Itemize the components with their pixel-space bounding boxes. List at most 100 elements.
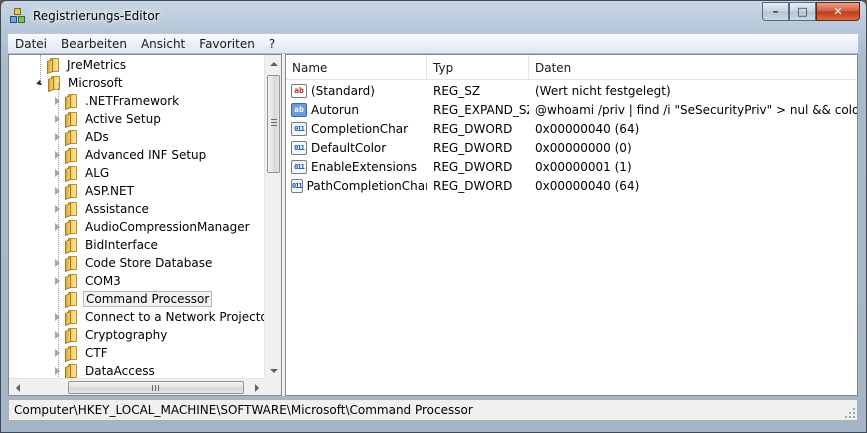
list-header: Name Typ Daten [286, 55, 857, 80]
menu-favoriten[interactable]: Favoriten [192, 37, 262, 51]
tree-item[interactable]: AudioCompressionManager [53, 218, 252, 237]
tree-rows: JreMetrics Microsoft .NETFramework Active S… [9, 55, 265, 379]
tree-item[interactable]: ADs [53, 128, 111, 147]
column-header-name[interactable]: Name [286, 55, 427, 80]
value-name-cell: 011 DefaultColor [286, 140, 427, 155]
expand-string-value-icon: ab [291, 102, 307, 117]
value-row[interactable]: ab (Standard) REG_SZ (Wert nicht festgelegt… [286, 81, 857, 100]
client-area: JreMetrics Microsoft .NETFramework Active S… [8, 54, 858, 396]
value-name-cell: 011 PathCompletionChar [286, 178, 427, 193]
tree-item[interactable]: ALG [53, 164, 111, 183]
tree-item-label: Cryptography [85, 328, 168, 342]
scroll-left-button[interactable] [9, 379, 26, 395]
value-row[interactable]: ab Autorun REG_EXPAND_SZ @whoami /priv | fi… [286, 100, 857, 119]
scroll-down-button[interactable] [265, 362, 281, 379]
value-data: 0x00000000 (0) [535, 140, 632, 155]
dword-value-icon: 011 [291, 178, 303, 193]
maximize-button[interactable]: □ [789, 2, 816, 21]
registry-editor-window: Registrierungs-Editor – □ ✕ Datei Bearbe… [0, 0, 867, 433]
folder-icon [46, 57, 60, 75]
tree-item[interactable]: .NETFramework [53, 92, 181, 111]
folder-icon [64, 165, 78, 183]
string-value-icon: ab [291, 83, 307, 98]
tree-item[interactable]: Connect to a Network Projector [53, 308, 265, 327]
tree-item-label: Command Processor [83, 291, 213, 307]
value-type: REG_DWORD [433, 159, 513, 174]
value-row[interactable]: 011 CompletionChar REG_DWORD 0x00000040 (64… [286, 119, 857, 138]
folder-icon [64, 291, 78, 309]
tree-item-label: CTF [85, 346, 108, 360]
scrollbar-corner [264, 378, 281, 395]
folder-icon [64, 237, 78, 255]
tree-item[interactable]: CTF [53, 344, 110, 363]
tree-item[interactable]: JreMetrics [35, 56, 128, 75]
value-name: DefaultColor [311, 140, 387, 155]
tree-item-label: JreMetrics [67, 58, 127, 72]
tree-item[interactable]: Microsoft [35, 74, 125, 93]
column-header-type[interactable]: Typ [427, 55, 529, 80]
scroll-up-button[interactable] [265, 55, 281, 72]
tree-vertical-scrollbar[interactable] [264, 55, 281, 379]
tree-item-label: ASP.NET [85, 184, 134, 198]
menu-bearbeiten[interactable]: Bearbeiten [54, 37, 134, 51]
arrow-up-icon [269, 61, 278, 66]
tree-item[interactable]: COM3 [53, 272, 123, 291]
values-list[interactable]: Name Typ Daten ab (Standard) REG_SZ (Wert n… [285, 54, 858, 396]
value-type: REG_SZ [433, 83, 481, 98]
dword-value-icon: 011 [291, 121, 307, 136]
dword-value-icon: 011 [291, 159, 307, 174]
tree-item[interactable]: BidInterface [53, 236, 160, 255]
tree-item[interactable]: Assistance [53, 200, 151, 219]
value-name: EnableExtensions [311, 159, 418, 174]
folder-icon [64, 363, 78, 379]
folder-icon [64, 201, 78, 219]
value-type: REG_EXPAND_SZ [433, 102, 529, 117]
tree-item[interactable]: Active Setup [53, 110, 163, 129]
tree-item[interactable]: ASP.NET [53, 182, 136, 201]
value-type: REG_DWORD [433, 140, 513, 155]
caption-buttons: – □ ✕ [762, 2, 860, 21]
value-row[interactable]: 011 EnableExtensions REG_DWORD 0x00000001 (… [286, 157, 857, 176]
column-header-data[interactable]: Daten [529, 55, 857, 80]
window-title: Registrierungs-Editor [33, 9, 160, 23]
value-type: REG_DWORD [433, 178, 513, 193]
tree-item[interactable]: DataAccess [53, 362, 157, 379]
value-name: CompletionChar [311, 121, 409, 136]
scroll-right-button[interactable] [248, 379, 265, 395]
folder-icon [64, 147, 78, 165]
folder-icon [64, 273, 78, 291]
minimize-button[interactable]: – [762, 2, 789, 21]
status-path: Computer\HKEY_LOCAL_MACHINE\SOFTWARE\Mic… [14, 403, 473, 417]
value-row[interactable]: 011 DefaultColor REG_DWORD 0x00000000 (0) [286, 138, 857, 157]
tree-item-label: DataAccess [85, 364, 155, 378]
horizontal-scroll-thumb[interactable] [68, 381, 244, 394]
menu-ansicht[interactable]: Ansicht [134, 37, 192, 51]
close-button[interactable]: ✕ [816, 2, 860, 21]
value-data: 0x00000040 (64) [535, 178, 640, 193]
tree-item[interactable]: Advanced INF Setup [53, 146, 208, 165]
tree-item[interactable]: Code Store Database [53, 254, 214, 273]
tree-item-label: Assistance [85, 202, 149, 216]
menu-help[interactable]: ? [262, 37, 282, 51]
tree-horizontal-scrollbar[interactable] [9, 378, 265, 395]
value-row[interactable]: 011 PathCompletionChar REG_DWORD 0x00000040… [286, 176, 857, 195]
menu-datei[interactable]: Datei [8, 37, 54, 51]
folder-icon [64, 183, 78, 201]
value-name-cell: ab Autorun [286, 102, 427, 117]
key-tree[interactable]: JreMetrics Microsoft .NETFramework Active S… [8, 54, 282, 396]
value-data: (Wert nicht festgelegt) [535, 83, 671, 98]
value-name-cell: 011 EnableExtensions [286, 159, 427, 174]
tree-guide-line [58, 83, 59, 379]
tree-item-label: Advanced INF Setup [85, 148, 207, 162]
tree-item-label: ALG [85, 166, 110, 180]
tree-item-label: ADs [85, 130, 109, 144]
value-name-cell: 011 CompletionChar [286, 121, 427, 136]
folder-icon [64, 219, 78, 237]
title-bar[interactable]: Registrierungs-Editor – □ ✕ [1, 1, 866, 31]
tree-item[interactable]: Cryptography [53, 326, 169, 345]
tree-item[interactable]: Command Processor [53, 290, 213, 309]
value-data: @whoami /priv | find /i "SeSecurityPriv"… [535, 102, 857, 117]
resize-grip[interactable] [845, 408, 855, 418]
vertical-scroll-thumb[interactable] [267, 75, 280, 173]
folder-icon [64, 309, 78, 327]
